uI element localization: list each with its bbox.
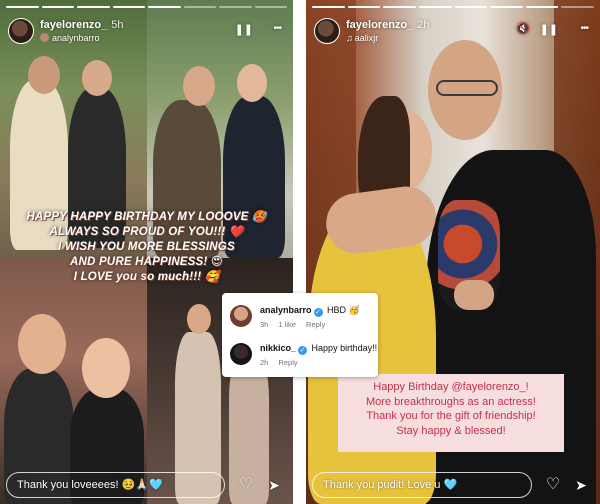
- message-line: Stay happy & blessed!: [396, 424, 506, 437]
- more-icon[interactable]: •••: [273, 23, 281, 34]
- comments-card: analynbarro ✓ HBD 🥳 3h 1 like Reply nikki…: [222, 293, 378, 377]
- comment-username[interactable]: analynbarro: [260, 305, 312, 315]
- send-icon[interactable]: ➤: [263, 475, 285, 495]
- story-progress: [312, 6, 594, 8]
- reply-bar: Thank you pudit! Love u 🩵 ♡ ➤: [312, 472, 594, 498]
- birthday-caption: HAPPY HAPPY BIRTHDAY MY LOOOVE 🥵 ALWAYS …: [0, 210, 293, 285]
- caption-line: AND PURE HAPPINESS! 😍: [70, 256, 223, 268]
- heart-icon[interactable]: ♡: [542, 475, 564, 495]
- avatar[interactable]: [314, 18, 340, 44]
- story-header: fayelorenzo_ 2h ♫ aalixjr 🔇 ❚❚ •••: [314, 16, 592, 50]
- comment-text: Happy birthday!!: [311, 343, 378, 353]
- verified-icon: ✓: [313, 308, 323, 317]
- photo-bottom-left: [0, 258, 147, 504]
- story-time: 2h: [417, 19, 430, 31]
- music-tag[interactable]: ♫ aalixjr: [346, 33, 378, 43]
- send-icon[interactable]: ➤: [570, 475, 592, 495]
- story-header: fayelorenzo_ 5h analynbarro ❚❚ •••: [8, 16, 285, 50]
- pause-icon[interactable]: ❚❚: [540, 23, 558, 36]
- caption-line: HAPPY HAPPY BIRTHDAY MY LOOOVE 🥵: [26, 211, 267, 223]
- birthday-message-box: Happy Birthday @fayelorenzo_! More break…: [338, 374, 564, 452]
- message-line: Happy Birthday @fayelorenzo_!: [373, 381, 529, 393]
- heart-icon[interactable]: ♡: [235, 475, 257, 495]
- message-line: Thank you for the gift of friendship!: [366, 410, 536, 422]
- avatar[interactable]: [8, 18, 34, 44]
- caption-line: I WISH YOU MORE BLESSINGS: [58, 241, 235, 253]
- music-icon: ♫: [346, 33, 353, 43]
- comment-time: 2h: [260, 358, 269, 367]
- caption-line: I LOVE you so much!!! 🥰: [73, 271, 220, 283]
- avatar[interactable]: [230, 343, 252, 365]
- mention-tag[interactable]: analynbarro: [40, 33, 100, 43]
- story-progress: [6, 6, 287, 8]
- mute-icon[interactable]: 🔇: [516, 22, 530, 35]
- reply-link[interactable]: Reply: [278, 358, 297, 367]
- comment-text: HBD 🥳: [327, 305, 360, 315]
- comment-username[interactable]: nikkico_: [260, 343, 296, 353]
- mention-avatar-icon: [40, 33, 49, 42]
- reply-input[interactable]: Thank you pudit! Love u 🩵: [312, 472, 532, 498]
- caption-line: ALWAYS SO PROUD OF YOU!!! ❤️: [49, 226, 244, 238]
- reply-input[interactable]: Thank you loveeees! 🥹🙏🏻🩵: [6, 472, 225, 498]
- story-left[interactable]: fayelorenzo_ 5h analynbarro ❚❚ ••• HAPPY …: [0, 0, 293, 504]
- story-username[interactable]: fayelorenzo_ 2h: [346, 19, 430, 31]
- story-time: 5h: [111, 19, 124, 31]
- verified-icon: ✓: [298, 346, 308, 355]
- comment-likes[interactable]: 1 like: [278, 320, 296, 329]
- reply-link[interactable]: Reply: [306, 320, 325, 329]
- more-icon[interactable]: •••: [580, 23, 588, 34]
- comment-time: 3h: [260, 320, 269, 329]
- message-line: More breakthroughs as an actress!: [366, 395, 536, 408]
- reply-bar: Thank you loveeees! 🥹🙏🏻🩵 ♡ ➤: [6, 472, 287, 498]
- avatar[interactable]: [230, 305, 252, 327]
- story-username[interactable]: fayelorenzo_ 5h: [40, 19, 124, 31]
- pause-icon[interactable]: ❚❚: [235, 23, 253, 36]
